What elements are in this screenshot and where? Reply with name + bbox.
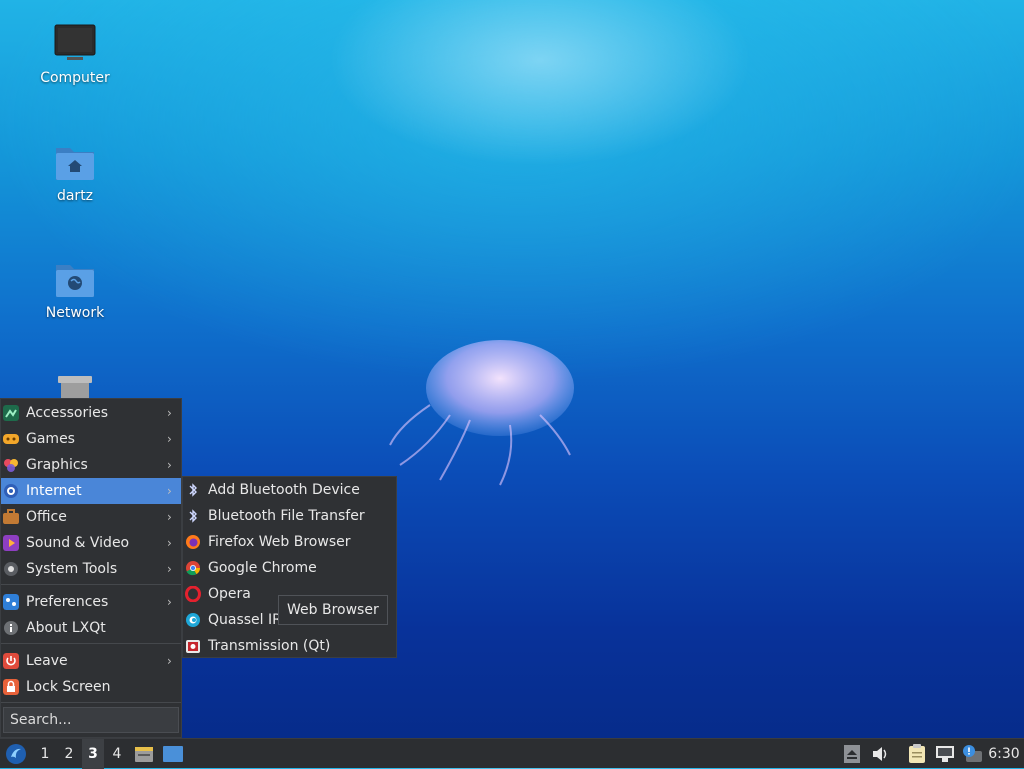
submenu-item-google-chrome[interactable]: Google Chrome <box>183 555 396 581</box>
chevron-right-icon: › <box>167 406 172 420</box>
menu-item-label: Accessories <box>26 405 109 421</box>
workspace-2-button[interactable]: 2 <box>58 739 80 769</box>
desktop-icon <box>163 746 183 762</box>
submenu-item-label: Firefox Web Browser <box>208 534 351 550</box>
volume-button[interactable] <box>868 739 894 769</box>
internet-submenu: Add Bluetooth Device Bluetooth File Tran… <box>182 476 397 658</box>
menu-item-internet[interactable]: Internet › <box>1 478 181 504</box>
speaker-icon <box>873 747 887 761</box>
transmission-icon <box>186 640 200 653</box>
submenu-item-label: Add Bluetooth Device <box>208 482 360 498</box>
file-manager-launcher[interactable] <box>132 739 156 769</box>
info-icon <box>4 621 18 635</box>
clipboard-button[interactable] <box>904 739 930 769</box>
games-icon <box>3 434 19 444</box>
office-icon <box>3 509 19 524</box>
network-folder-icon <box>53 257 97 301</box>
chevron-right-icon: › <box>167 562 172 576</box>
menu-item-label: Preferences <box>26 594 109 610</box>
application-menu: Accessories › Games › Graphics › Interne… <box>0 398 182 738</box>
power-icon <box>3 653 19 669</box>
clipboard-icon <box>909 744 925 763</box>
monitor-icon <box>53 22 97 66</box>
eject-button[interactable] <box>840 739 864 769</box>
show-desktop-button[interactable] <box>160 739 186 769</box>
start-menu-button[interactable] <box>2 739 30 769</box>
workspace-4-button[interactable]: 4 <box>106 739 128 769</box>
chevron-right-icon: › <box>167 510 172 524</box>
menu-separator <box>1 584 181 585</box>
wired-network-icon <box>936 746 954 762</box>
submenu-item-label: Transmission (Qt) <box>208 638 331 654</box>
menu-item-label: Lock Screen <box>26 679 111 695</box>
clock[interactable]: 6:30 <box>986 739 1022 769</box>
desktop-icon-label: Network <box>45 305 105 321</box>
tooltip: Web Browser <box>278 595 388 625</box>
notifications-button[interactable] <box>960 739 984 769</box>
lock-icon <box>3 679 19 695</box>
menu-item-preferences[interactable]: Preferences › <box>1 589 181 615</box>
submenu-item-add-bluetooth-device[interactable]: Add Bluetooth Device <box>183 477 396 503</box>
menu-separator <box>1 702 181 703</box>
notification-icon <box>963 745 982 762</box>
desktop-icon-home[interactable]: dartz <box>20 140 130 204</box>
file-manager-icon <box>135 747 153 762</box>
preferences-icon <box>3 594 19 610</box>
workspace-3-button[interactable]: 3 <box>82 739 104 769</box>
menu-separator <box>1 643 181 644</box>
menu-item-accessories[interactable]: Accessories › <box>1 400 181 426</box>
menu-search-input[interactable] <box>3 707 179 733</box>
menu-item-system-tools[interactable]: System Tools › <box>1 556 181 582</box>
eject-icon <box>844 745 860 763</box>
desktop-icon-label: Computer <box>40 70 110 86</box>
submenu-item-transmission[interactable]: Transmission (Qt) <box>183 633 396 659</box>
accessories-icon <box>3 405 19 421</box>
menu-item-graphics[interactable]: Graphics › <box>1 452 181 478</box>
chevron-right-icon: › <box>167 432 172 446</box>
chevron-right-icon: › <box>167 458 172 472</box>
chevron-right-icon: › <box>167 595 172 609</box>
submenu-item-label: Opera <box>208 586 251 602</box>
jellyfish-wallpaper-image <box>389 340 574 486</box>
sound-video-icon <box>3 535 19 551</box>
chevron-right-icon: › <box>167 654 172 668</box>
submenu-item-firefox[interactable]: Firefox Web Browser <box>183 529 396 555</box>
submenu-item-label: Google Chrome <box>208 560 317 576</box>
menu-item-label: Sound & Video <box>26 535 130 551</box>
chevron-right-icon: › <box>167 484 172 498</box>
menu-item-games[interactable]: Games › <box>1 426 181 452</box>
chrome-icon <box>186 561 200 576</box>
submenu-item-bluetooth-file-transfer[interactable]: Bluetooth File Transfer <box>183 503 396 529</box>
graphics-icon <box>4 459 18 472</box>
taskbar: 1 2 3 4 6:30 <box>0 738 1024 769</box>
menu-item-label: Leave <box>26 653 68 669</box>
desktop-icon-computer[interactable]: Computer <box>20 22 130 86</box>
menu-item-label: Graphics <box>26 457 88 473</box>
menu-item-label: Internet <box>26 483 82 499</box>
menu-item-label: Office <box>26 509 67 525</box>
desktop-icon-network[interactable]: Network <box>20 257 130 321</box>
menu-item-leave[interactable]: Leave › <box>1 648 181 674</box>
home-folder-icon <box>53 140 97 184</box>
menu-item-label: About LXQt <box>26 620 106 636</box>
system-tools-icon <box>4 562 18 576</box>
network-status-button[interactable] <box>932 739 958 769</box>
menu-item-label: System Tools <box>26 561 118 577</box>
firefox-icon <box>186 535 200 549</box>
menu-item-office[interactable]: Office › <box>1 504 181 530</box>
workspace-1-button[interactable]: 1 <box>34 739 56 769</box>
bluetooth-icon <box>189 483 197 497</box>
desktop-icon-label: dartz <box>56 188 94 204</box>
menu-item-about[interactable]: About LXQt <box>1 615 181 641</box>
opera-icon <box>185 586 201 602</box>
menu-item-lock-screen[interactable]: Lock Screen <box>1 674 181 700</box>
menu-item-sound-video[interactable]: Sound & Video › <box>1 530 181 556</box>
submenu-item-label: Bluetooth File Transfer <box>208 508 365 524</box>
internet-icon <box>4 484 18 498</box>
bluetooth-icon <box>189 509 197 523</box>
chevron-right-icon: › <box>167 536 172 550</box>
quassel-icon <box>186 613 200 627</box>
menu-item-label: Games <box>26 431 75 447</box>
lxqt-logo-icon <box>6 744 26 764</box>
